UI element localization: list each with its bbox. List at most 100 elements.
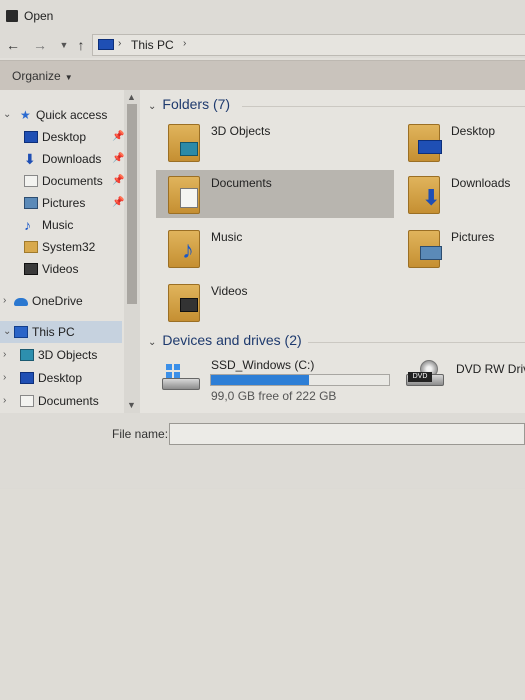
folder-tile-desktop[interactable]: Desktop <box>396 118 525 166</box>
nav-item-label: 3D Objects <box>38 348 98 362</box>
nav-item-label: Videos <box>42 262 79 276</box>
nav-quick-access[interactable]: ⌄ ★ Quick access <box>0 104 122 126</box>
nav-item-label: This PC <box>32 325 75 339</box>
chevron-right-icon[interactable]: › <box>3 390 6 412</box>
chevron-right-icon[interactable]: › <box>3 290 6 312</box>
nav-item-system32[interactable]: System32 <box>0 236 122 258</box>
nav-item-label: Desktop <box>42 130 87 144</box>
nav-item-3d-objects[interactable]: › 3D Objects <box>0 344 122 366</box>
folders-group-header[interactable]: ⌄ Folders (7) <box>148 96 230 112</box>
music-icon: ♪ <box>24 217 31 233</box>
pictures-icon <box>420 246 442 260</box>
folder-label: Desktop <box>451 124 496 138</box>
breadcrumb-separator-icon[interactable]: › <box>183 38 186 49</box>
star-icon: ★ <box>20 108 31 122</box>
nav-item-pictures[interactable]: Pictures 📌 <box>0 192 125 214</box>
folder-tile-downloads[interactable]: ⬇ Downloads <box>396 170 525 218</box>
recent-locations-chevron-icon[interactable]: ▼ <box>56 36 72 54</box>
up-arrow-icon[interactable]: ↑ <box>73 36 89 54</box>
divider <box>242 106 525 107</box>
scroll-down-icon[interactable]: ▼ <box>127 400 136 410</box>
chevron-down-icon[interactable]: ⌄ <box>3 104 11 126</box>
folder-tile-videos[interactable]: Videos <box>156 278 394 326</box>
filename-input[interactable] <box>169 423 525 445</box>
folder-label: Pictures <box>451 230 495 244</box>
folder-tile-pictures[interactable]: Pictures <box>396 224 525 272</box>
pin-icon: 📌 <box>112 197 125 208</box>
chevron-down-icon[interactable]: ⌄ <box>3 321 11 343</box>
folder-label: Downloads <box>451 176 511 190</box>
forward-arrow-icon[interactable]: → <box>32 36 48 54</box>
folder-label: Videos <box>211 284 248 298</box>
group-header-label: Folders (7) <box>162 96 231 112</box>
breadcrumb-this-pc[interactable]: This PC <box>131 38 174 52</box>
nav-item-documents-pc[interactable]: › Documents <box>0 390 122 412</box>
title-bar: Open <box>0 0 525 32</box>
organize-button[interactable]: Organize ▼ <box>12 69 73 83</box>
nav-item-music[interactable]: ♪ Music <box>0 214 122 236</box>
breadcrumb-separator-icon[interactable]: › <box>118 38 121 49</box>
open-dialog: Open ← → ▼ ↑ › This PC › Organize ▼ ⌄ ★ Q… <box>0 0 525 488</box>
drive-label: SSD_Windows (C:) <box>211 358 315 372</box>
filename-label: File name: <box>112 427 169 441</box>
scroll-up-icon[interactable]: ▲ <box>127 92 136 102</box>
background-area <box>0 489 525 700</box>
nav-scrollbar[interactable]: ▲ ▼ <box>124 90 140 413</box>
documents-icon <box>24 175 38 187</box>
pin-icon: 📌 <box>112 175 125 186</box>
videos-icon <box>24 263 38 275</box>
chevron-right-icon[interactable]: › <box>3 344 6 366</box>
nav-item-downloads[interactable]: ⬇ Downloads 📌 <box>0 148 125 170</box>
this-pc-icon <box>14 326 28 338</box>
app-icon <box>6 10 18 22</box>
onedrive-cloud-icon <box>14 298 28 306</box>
downloads-icon: ⬇ <box>24 151 36 167</box>
pin-icon: 📌 <box>112 153 125 164</box>
videos-icon <box>180 298 198 312</box>
toolbar: Organize ▼ <box>0 60 525 90</box>
chevron-down-icon[interactable]: ⌄ <box>148 337 156 348</box>
documents-icon <box>20 395 34 407</box>
folder-tile-3d-objects[interactable]: 3D Objects <box>156 118 394 166</box>
navigation-pane: ⌄ ★ Quick access Desktop 📌 ⬇ Downloads 📌… <box>0 90 140 413</box>
drive-usage-bar <box>210 374 390 386</box>
dvd-badge: DVD <box>408 372 432 382</box>
nav-item-desktop[interactable]: Desktop 📌 <box>0 126 124 148</box>
nav-item-label: Music <box>42 218 74 232</box>
back-arrow-icon[interactable]: ← <box>5 36 21 54</box>
folder-label: Documents <box>211 176 272 190</box>
hard-drive-icon <box>162 364 200 394</box>
window-title: Open <box>24 9 54 23</box>
this-pc-icon <box>98 39 114 50</box>
drives-group-header[interactable]: ⌄ Devices and drives (2) <box>148 332 302 348</box>
folder-tile-documents[interactable]: Documents <box>156 170 394 218</box>
folder-label: Music <box>211 230 243 244</box>
nav-item-videos[interactable]: Videos <box>0 258 122 280</box>
nav-item-label: Documents <box>38 394 99 408</box>
desktop-icon <box>24 131 38 143</box>
folder-tile-music[interactable]: ♪ Music <box>156 224 394 272</box>
address-bar-row: ← → ▼ ↑ › This PC › <box>0 32 525 58</box>
drive-tile-dvd[interactable]: DVD DVD RW Drive <box>396 354 525 406</box>
divider <box>308 342 525 343</box>
scroll-thumb[interactable] <box>127 104 137 304</box>
nav-item-documents[interactable]: Documents 📌 <box>0 170 125 192</box>
organize-label: Organize <box>12 69 61 83</box>
filename-row: File name: <box>0 413 525 488</box>
downloads-icon: ⬇ <box>422 185 441 210</box>
chevron-right-icon[interactable]: › <box>3 367 6 389</box>
address-field[interactable]: › This PC › <box>92 34 525 56</box>
drive-body <box>162 378 200 390</box>
content-pane: ⌄ Folders (7) 3D Objects Desktop Document… <box>140 90 525 413</box>
nav-item-desktop-pc[interactable]: › Desktop <box>0 367 122 389</box>
dvd-drive-icon: DVD <box>406 360 444 390</box>
nav-item-onedrive[interactable]: › OneDrive <box>0 290 122 312</box>
nav-item-this-pc[interactable]: ⌄ This PC <box>0 321 122 343</box>
music-icon: ♪ <box>182 237 194 264</box>
pictures-icon <box>24 197 38 209</box>
drive-usage-fill <box>211 375 309 385</box>
drive-label: DVD RW Drive <box>456 362 525 376</box>
nav-item-label: Documents <box>42 174 103 188</box>
chevron-down-icon[interactable]: ⌄ <box>148 101 156 112</box>
folder-icon <box>24 241 38 253</box>
